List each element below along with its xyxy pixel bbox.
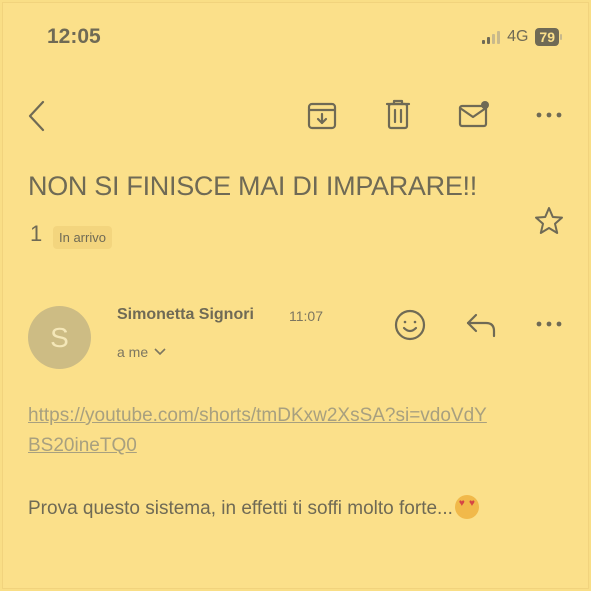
status-indicators: 4G 79 [482,28,562,46]
star-icon[interactable] [533,205,565,237]
avatar-initial: S [50,321,69,353]
message-body-text: Prova questo sistema, in effetti ti soff… [28,498,453,519]
youtube-link-text: https://youtube.com/shorts/tmDKxw2XsSA?s… [28,405,487,456]
emoji-reaction-icon[interactable] [393,308,427,342]
thread-count: 1 [30,221,43,246]
battery-icon: 79 [535,28,562,46]
message-body: Prova questo sistema, in effetti ti soff… [28,495,479,520]
battery-level: 79 [535,28,559,46]
trash-icon[interactable] [383,98,413,132]
network-label: 4G [507,28,529,45]
archive-icon[interactable] [305,99,339,133]
heart-eyes-emoji-icon [454,495,479,519]
status-time: 12:05 [47,25,101,48]
more-icon[interactable] [534,107,564,123]
email-view: 12:05 4G 79 NON SI FINISCE MAI DI IMPARA… [2,2,589,589]
youtube-link[interactable]: https://youtube.com/shorts/tmDKxw2XsSA?s… [28,401,498,461]
message-more-icon[interactable] [534,316,564,332]
message-time: 11:07 [289,308,323,324]
recipient-label: a me [117,344,149,360]
signal-icon [482,30,501,44]
mail-unread-icon[interactable] [456,98,492,132]
avatar[interactable]: S [28,306,91,369]
chevron-down-icon [154,348,166,356]
recipient-toggle[interactable]: a me [117,344,166,360]
inbox-label-badge[interactable]: In arrivo [53,226,112,249]
email-subject: NON SI FINISCE MAI DI IMPARARE!! [28,171,477,201]
sender-name[interactable]: Simonetta Signori [117,306,254,324]
chevron-left-icon[interactable] [25,99,49,133]
reply-icon[interactable] [464,310,498,340]
